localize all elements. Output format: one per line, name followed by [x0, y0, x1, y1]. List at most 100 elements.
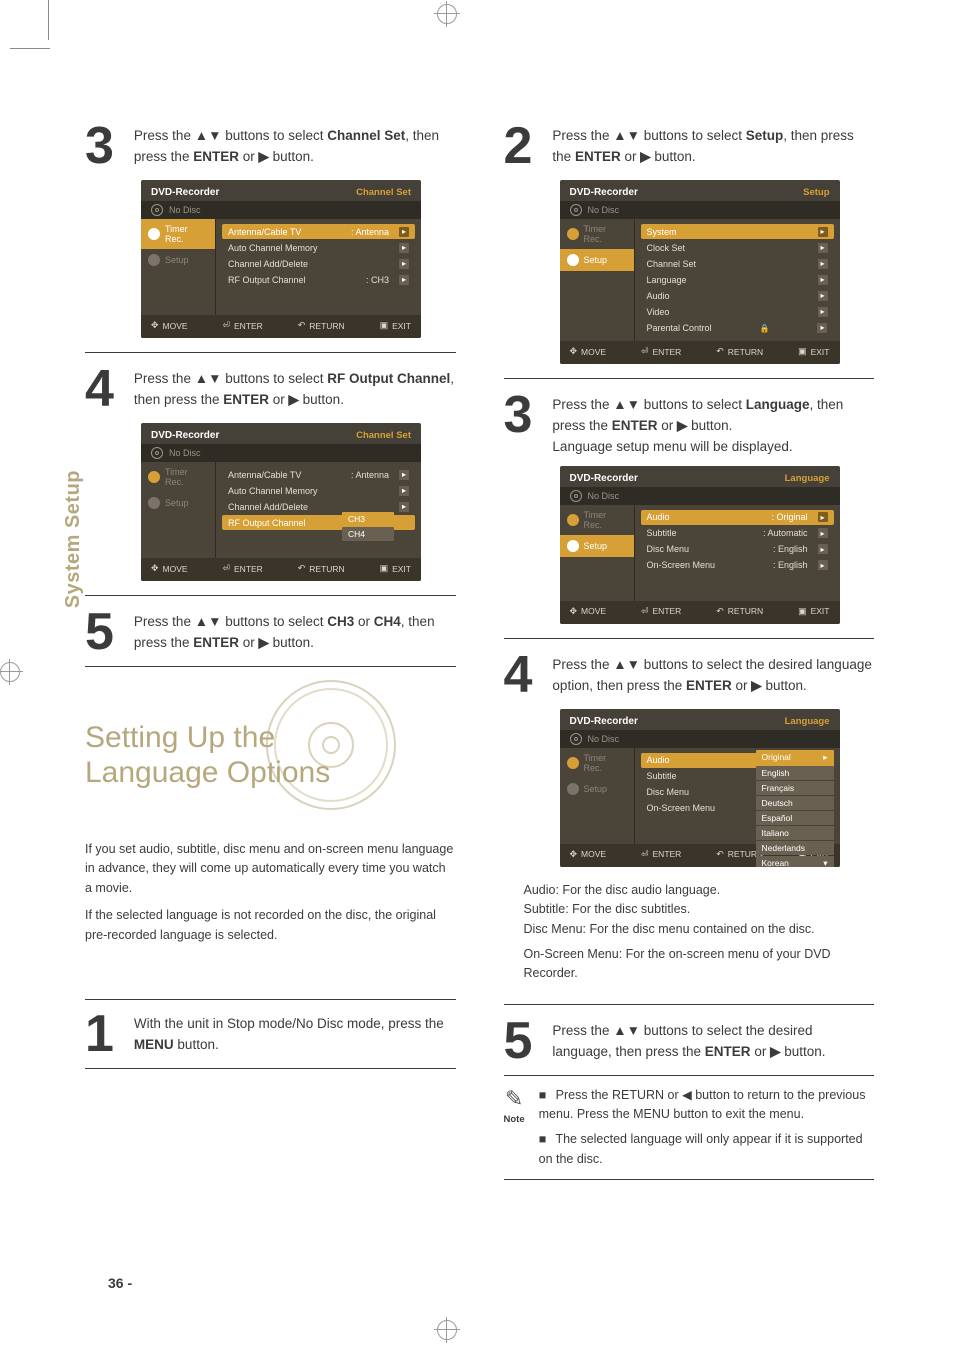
caret-right-icon: ▸	[399, 486, 409, 496]
caret-right-icon: ▸	[818, 512, 828, 522]
osd-title: DVD-Recorder	[570, 473, 638, 484]
step-text: Press the ▲▼ buttons to select the desir…	[552, 1015, 874, 1063]
dpad-icon: ✥	[151, 563, 159, 574]
osd-dropdown-item: Original▸	[756, 750, 834, 765]
gear-icon	[567, 254, 579, 266]
osd-title: DVD-Recorder	[570, 716, 638, 727]
step-subtext: Language setup menu will be displayed.	[552, 437, 874, 458]
osd-left-item: Timer Rec.	[141, 219, 215, 249]
dpad-icon: ✥	[570, 346, 578, 357]
return-icon: ↶	[298, 320, 306, 331]
osd-dropdown-item: Italiano	[756, 826, 834, 840]
gear-icon	[148, 254, 160, 266]
osd-dropdown-item: Korean▾	[756, 856, 834, 867]
definition-subtitle: Subtitle: For the disc subtitles.	[524, 900, 875, 919]
step-number: 3	[504, 389, 533, 441]
osd-row: System▸	[641, 224, 834, 239]
enter-icon: ⏎	[222, 563, 230, 574]
clock-icon	[567, 514, 579, 526]
note-block: ✎ Note ■ Press the RETURN or ◀ button to…	[504, 1086, 875, 1170]
no-disc-label: No Disc	[169, 448, 201, 458]
osd-section: Setup	[803, 187, 829, 198]
osd-row: Auto Channel Memory▸	[222, 240, 415, 255]
osd-row: Antenna/Cable TV: Antenna▸	[222, 467, 415, 482]
caret-right-icon: ▸	[818, 243, 828, 253]
caret-right-icon: ▸	[818, 291, 828, 301]
step-text: With the unit in Stop mode/No Disc mode,…	[134, 1008, 456, 1056]
step-text: Press the ▲▼ buttons to select Setup, th…	[552, 120, 874, 168]
caret-right-icon: ▸	[399, 259, 409, 269]
step-number: 3	[85, 120, 114, 172]
right-step-5: 5 Press the ▲▼ buttons to select the des…	[504, 1015, 875, 1067]
return-icon: ↶	[298, 563, 306, 574]
return-icon: ↶	[716, 849, 724, 860]
step-text: Press the ▲▼ buttons to select Channel S…	[134, 120, 456, 168]
osd-left-item: Timer Rec.	[141, 462, 215, 492]
caret-right-icon: ▸	[399, 227, 409, 237]
lock-icon	[760, 323, 770, 333]
definition-audio: Audio: For the disc audio language.	[524, 881, 875, 900]
feature-heading: Setting Up the Language Options	[85, 713, 456, 790]
osd-dropdown-item: Español	[756, 811, 834, 825]
caret-right-icon: ▸	[399, 243, 409, 253]
osd-left-item: Setup	[141, 249, 215, 271]
left-step-1: 1 With the unit in Stop mode/No Disc mod…	[85, 1008, 456, 1060]
osd-section: Channel Set	[356, 430, 411, 441]
osd-left-item: Setup	[560, 249, 634, 271]
caret-right-icon: ▸	[818, 259, 828, 269]
clock-icon	[148, 228, 160, 240]
note-label: Note	[504, 1114, 525, 1125]
square-bullet-icon: ■	[539, 1088, 547, 1102]
gear-icon	[567, 540, 579, 552]
left-column: 3 Press the ▲▼ buttons to select Channel…	[85, 120, 456, 1190]
right-step-4: 4 Press the ▲▼ buttons to select the des…	[504, 649, 875, 701]
osd-row: Antenna/Cable TV: Antenna▸	[222, 224, 415, 239]
exit-icon: ▣	[380, 320, 389, 331]
return-icon: ↶	[716, 346, 724, 357]
clock-icon	[567, 228, 579, 240]
osd-row: Subtitle: Automatic▸	[641, 526, 834, 541]
osd-section: Language	[785, 716, 830, 727]
osd-title: DVD-Recorder	[151, 430, 219, 441]
enter-icon: ⏎	[641, 346, 649, 357]
clock-icon	[148, 471, 160, 483]
osd-row: Audio: Original▸	[641, 510, 834, 525]
right-column: 2 Press the ▲▼ buttons to select Setup, …	[504, 120, 875, 1190]
step-number: 5	[85, 606, 114, 658]
osd-left-item: Setup	[141, 492, 215, 514]
dpad-icon: ✥	[151, 320, 159, 331]
osd-row: Channel Set▸	[641, 256, 834, 271]
left-step-5: 5 Press the ▲▼ buttons to select CH3 or …	[85, 606, 456, 658]
osd-language-2: DVD-Recorder Language No Disc Timer Rec.…	[560, 709, 840, 867]
osd-row: Disc Menu: English▸	[641, 542, 834, 557]
definition-disc-menu: Disc Menu: For the disc menu contained o…	[524, 920, 875, 939]
disc-icon	[151, 447, 163, 459]
osd-left-item: Setup	[560, 778, 634, 800]
osd-setup: DVD-Recorder Setup No Disc Timer Rec. Se…	[560, 180, 840, 364]
side-tab-system-setup: System Setup	[62, 470, 85, 608]
osd-row: Channel Add/Delete▸	[222, 256, 415, 271]
osd-dropdown-item: Français	[756, 781, 834, 795]
osd-dropdown-item: Deutsch	[756, 796, 834, 810]
caret-right-icon: ▸	[399, 470, 409, 480]
feature-title-line1: Setting Up the	[85, 721, 456, 756]
step-text: Press the ▲▼ buttons to select RF Output…	[134, 363, 456, 411]
osd-dropdown-item: CH4	[342, 527, 394, 541]
note-item: ■ The selected language will only appear…	[539, 1130, 874, 1169]
osd-dropdown-item: English	[756, 766, 834, 780]
right-step-3: 3 Press the ▲▼ buttons to select Languag…	[504, 389, 875, 458]
osd-row: Language▸	[641, 272, 834, 287]
dpad-icon: ✥	[570, 849, 578, 860]
step-number: 1	[85, 1008, 114, 1060]
osd-channel-set-2: DVD-Recorder Channel Set No Disc Timer R…	[141, 423, 421, 581]
disc-icon	[151, 204, 163, 216]
osd-left-item: Timer Rec.	[560, 748, 634, 778]
exit-icon: ▣	[798, 346, 807, 357]
caret-right-icon: ▸	[818, 307, 828, 317]
caret-right-icon: ▸	[399, 502, 409, 512]
note-item: ■ Press the RETURN or ◀ button to return…	[539, 1086, 874, 1125]
caret-right-icon: ▸	[818, 544, 828, 554]
exit-icon: ▣	[380, 563, 389, 574]
osd-row: Clock Set▸	[641, 240, 834, 255]
caret-right-icon: ▸	[818, 227, 828, 237]
